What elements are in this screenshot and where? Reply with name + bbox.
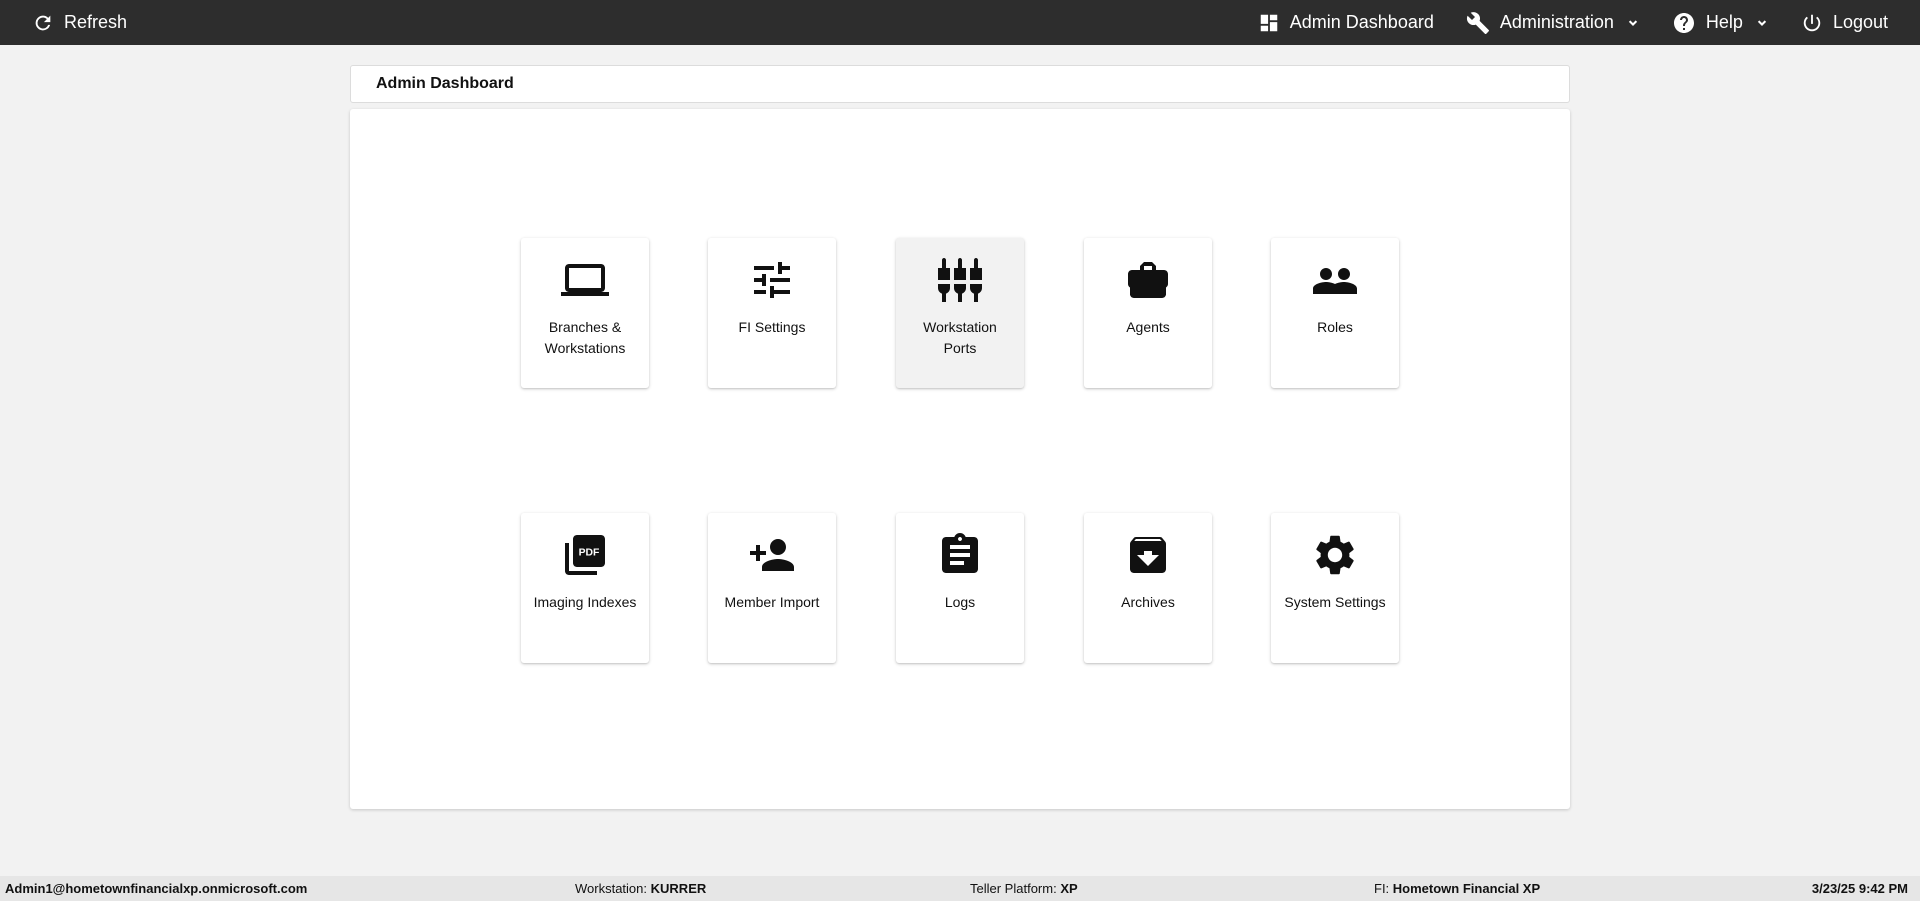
page-title: Admin Dashboard — [376, 75, 514, 92]
laptop-icon — [561, 264, 609, 296]
top-navbar: Refresh Admin Dashboard Administration H… — [0, 0, 1920, 45]
svg-text:PDF: PDF — [579, 547, 600, 558]
tile-fi-settings[interactable]: FI Settings — [708, 238, 836, 388]
status-fi: FI: Hometown Financial XP — [1374, 881, 1541, 896]
administration-menu-button[interactable]: Administration — [1466, 0, 1640, 45]
administration-label: Administration — [1499, 12, 1614, 32]
tile-label: Roles — [1317, 319, 1353, 335]
tune-icon — [754, 262, 790, 298]
power-icon — [1803, 14, 1821, 31]
tile-agents[interactable]: Agents — [1084, 238, 1212, 388]
tile-label: System Settings — [1284, 594, 1386, 610]
page-header: Admin Dashboard — [350, 65, 1570, 103]
tile-label: Logs — [944, 594, 976, 610]
tile-workstation-ports[interactable]: Workstation Ports — [896, 238, 1024, 388]
tile-label: Archives — [1121, 594, 1175, 610]
dashboard-panel: Branches & Workstations FI Settings Work… — [350, 109, 1570, 809]
dashboard-icon — [1260, 14, 1278, 31]
chevron-down-icon — [1757, 19, 1767, 26]
pdf-icon: PDF — [565, 535, 605, 575]
people-icon — [1313, 268, 1357, 294]
settings-input-component-icon — [938, 258, 982, 302]
person-add-icon — [750, 539, 794, 571]
admin-dashboard-nav-label: Admin Dashboard — [1289, 12, 1434, 32]
tile-label: Workstation Ports — [923, 319, 997, 356]
clipboard-icon — [942, 533, 978, 573]
help-label: Help — [1705, 12, 1743, 32]
status-user: Admin1@hometownfinancialxp.onmicrosoft.c… — [5, 881, 308, 896]
tile-label: FI Settings — [738, 319, 806, 335]
tile-archives[interactable]: Archives — [1084, 513, 1212, 663]
tile-system-settings[interactable]: System Settings — [1271, 513, 1399, 663]
tile-label: Branches & Workstations — [544, 319, 626, 356]
help-menu-button[interactable]: Help — [1672, 0, 1769, 45]
tile-logs[interactable]: Logs — [896, 513, 1024, 663]
refresh-button[interactable]: Refresh — [32, 0, 127, 45]
help-icon — [1673, 12, 1694, 33]
tile-imaging-indexes[interactable]: PDF Imaging Indexes — [521, 513, 649, 663]
status-workstation: Workstation: KURRER — [575, 881, 707, 896]
status-datetime: 3/23/25 9:42 PM — [1811, 881, 1908, 896]
refresh-icon — [35, 15, 51, 30]
archive-icon — [1130, 537, 1166, 573]
logout-button[interactable]: Logout — [1801, 0, 1888, 45]
status-teller-platform: Teller Platform: XP — [970, 881, 1078, 896]
chevron-down-icon — [1628, 19, 1638, 26]
tile-branches-workstations[interactable]: Branches & Workstations — [521, 238, 649, 388]
tile-member-import[interactable]: Member Import — [708, 513, 836, 663]
briefcase-icon — [1128, 262, 1168, 298]
tile-label: Member Import — [724, 594, 820, 610]
tile-label: Agents — [1126, 319, 1170, 335]
gear-icon — [1316, 535, 1354, 575]
wrench-icon — [1466, 11, 1489, 34]
tile-roles[interactable]: Roles — [1271, 238, 1399, 388]
refresh-label: Refresh — [64, 12, 128, 32]
tile-label: Imaging Indexes — [533, 594, 637, 610]
logout-label: Logout — [1832, 12, 1888, 32]
admin-dashboard-nav-button[interactable]: Admin Dashboard — [1258, 0, 1434, 45]
status-bar: Admin1@hometownfinancialxp.onmicrosoft.c… — [0, 876, 1920, 901]
